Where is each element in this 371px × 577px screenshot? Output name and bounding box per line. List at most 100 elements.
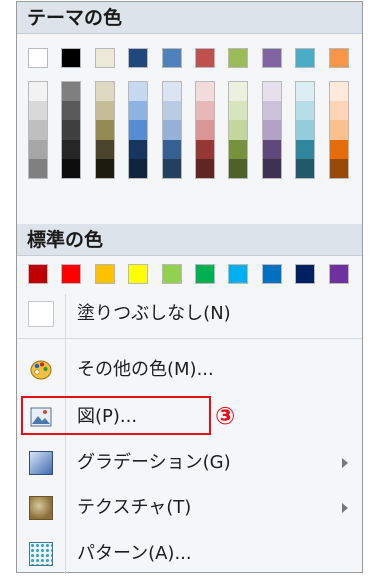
theme-shade-swatch[interactable]: [162, 139, 181, 159]
standard-color-swatch[interactable]: [261, 264, 282, 284]
theme-color-swatch[interactable]: [28, 48, 48, 68]
theme-color-swatch[interactable]: [61, 48, 82, 68]
standard-color-swatch[interactable]: [61, 264, 82, 284]
theme-shade-swatch[interactable]: [29, 158, 47, 178]
standard-color-swatch[interactable]: [161, 264, 182, 284]
theme-shade-swatch[interactable]: [229, 158, 248, 178]
standard-color-swatch[interactable]: [328, 264, 349, 284]
menu-item-no-fill[interactable]: 塗りつぶしなし(N): [17, 295, 362, 333]
theme-shade-swatch[interactable]: [296, 158, 315, 178]
theme-shade-swatch[interactable]: [62, 139, 81, 159]
theme-shade-swatch[interactable]: [229, 82, 248, 102]
menu-item-label: パターン(A)...: [77, 543, 192, 564]
fill-color-menu: テーマの色 標準の色 塗りつぶしなし(N) その他の色(M)... 図(P)..…: [16, 1, 363, 574]
submenu-arrow-icon: [342, 458, 348, 468]
empty-box-icon: [28, 301, 54, 327]
pattern-icon: [29, 542, 53, 566]
theme-shade-column: [128, 81, 149, 179]
theme-shade-swatch[interactable]: [162, 82, 181, 102]
standard-color-swatch[interactable]: [128, 264, 149, 284]
theme-color-swatch[interactable]: [161, 48, 182, 68]
gradient-icon: [29, 451, 53, 475]
theme-shade-swatch[interactable]: [329, 158, 348, 178]
menu-item-label: その他の色(M)...: [77, 359, 214, 380]
theme-shade-column: [161, 81, 182, 179]
theme-shade-swatch[interactable]: [262, 101, 281, 121]
texture-icon: [29, 496, 53, 520]
theme-color-swatch[interactable]: [128, 48, 149, 68]
palette-icon: [29, 358, 53, 382]
step-callout: ③: [215, 402, 236, 430]
theme-shade-swatch[interactable]: [296, 101, 315, 121]
theme-color-swatch[interactable]: [195, 48, 215, 68]
theme-shade-swatch[interactable]: [129, 101, 148, 121]
theme-shade-swatch[interactable]: [329, 120, 348, 140]
theme-shade-swatch[interactable]: [29, 120, 47, 140]
theme-shade-swatch[interactable]: [95, 139, 114, 159]
theme-color-swatch[interactable]: [261, 48, 282, 68]
theme-shade-column: [228, 81, 249, 179]
standard-color-swatch[interactable]: [295, 264, 316, 284]
theme-shade-swatch[interactable]: [95, 120, 114, 140]
menu-item-label: グラデーション(G): [77, 452, 231, 473]
theme-shade-swatch[interactable]: [162, 101, 181, 121]
theme-shade-swatch[interactable]: [262, 120, 281, 140]
theme-shade-swatch[interactable]: [229, 101, 248, 121]
theme-shade-swatch[interactable]: [62, 82, 81, 102]
theme-shade-swatch[interactable]: [196, 158, 214, 178]
theme-colors-header: テーマの色: [17, 2, 362, 34]
theme-shade-swatch[interactable]: [62, 158, 81, 178]
highlight-box: [21, 396, 211, 435]
theme-shade-swatch[interactable]: [95, 82, 114, 102]
theme-shade-swatch[interactable]: [129, 82, 148, 102]
theme-shade-swatch[interactable]: [196, 139, 214, 159]
theme-shade-swatch[interactable]: [129, 120, 148, 140]
theme-shade-swatch[interactable]: [29, 101, 47, 121]
theme-shade-swatch[interactable]: [162, 120, 181, 140]
theme-shade-swatch[interactable]: [329, 101, 348, 121]
theme-shade-swatch[interactable]: [196, 101, 214, 121]
theme-shade-swatch[interactable]: [29, 139, 47, 159]
theme-shade-column: [328, 81, 349, 179]
theme-shade-swatch[interactable]: [262, 82, 281, 102]
theme-shade-swatch[interactable]: [62, 120, 81, 140]
theme-color-swatch[interactable]: [295, 48, 316, 68]
menu-item-gradient[interactable]: グラデーション(G): [17, 444, 362, 482]
theme-shade-swatch[interactable]: [329, 139, 348, 159]
menu-item-label: 塗りつぶしなし(N): [77, 303, 231, 324]
theme-color-swatch[interactable]: [94, 48, 115, 68]
theme-shade-swatch[interactable]: [196, 120, 214, 140]
standard-color-swatch[interactable]: [28, 264, 48, 284]
theme-shade-swatch[interactable]: [62, 101, 81, 121]
standard-color-swatch[interactable]: [228, 264, 249, 284]
theme-shade-swatch[interactable]: [162, 158, 181, 178]
theme-shade-column: [295, 81, 316, 179]
theme-shade-swatch[interactable]: [262, 139, 281, 159]
theme-shade-swatch[interactable]: [95, 158, 114, 178]
theme-shade-column: [94, 81, 115, 179]
theme-shade-swatch[interactable]: [296, 120, 315, 140]
standard-colors-header: 標準の色: [17, 224, 362, 256]
theme-shade-swatch[interactable]: [296, 82, 315, 102]
theme-shade-swatch[interactable]: [29, 82, 47, 102]
theme-shade-swatch[interactable]: [129, 139, 148, 159]
menu-item-pattern[interactable]: パターン(A)...: [17, 535, 362, 573]
standard-color-swatch[interactable]: [195, 264, 215, 284]
theme-shade-swatch[interactable]: [196, 82, 214, 102]
theme-color-swatch[interactable]: [328, 48, 349, 68]
theme-shade-swatch[interactable]: [329, 82, 348, 102]
theme-shade-swatch[interactable]: [262, 158, 281, 178]
theme-shade-swatch[interactable]: [129, 158, 148, 178]
menu-item-more-colors[interactable]: その他の色(M)...: [17, 351, 362, 389]
theme-shade-column: [61, 81, 82, 179]
theme-shade-swatch[interactable]: [296, 139, 315, 159]
submenu-arrow-icon: [342, 503, 348, 513]
theme-color-swatch[interactable]: [228, 48, 249, 68]
standard-color-swatch[interactable]: [94, 264, 115, 284]
menu-item-texture[interactable]: テクスチャ(T): [17, 489, 362, 527]
theme-shade-swatch[interactable]: [95, 101, 114, 121]
theme-shade-swatch[interactable]: [229, 139, 248, 159]
menu-item-label: テクスチャ(T): [77, 497, 192, 518]
theme-shade-swatch[interactable]: [229, 120, 248, 140]
theme-shade-column: [195, 81, 215, 179]
